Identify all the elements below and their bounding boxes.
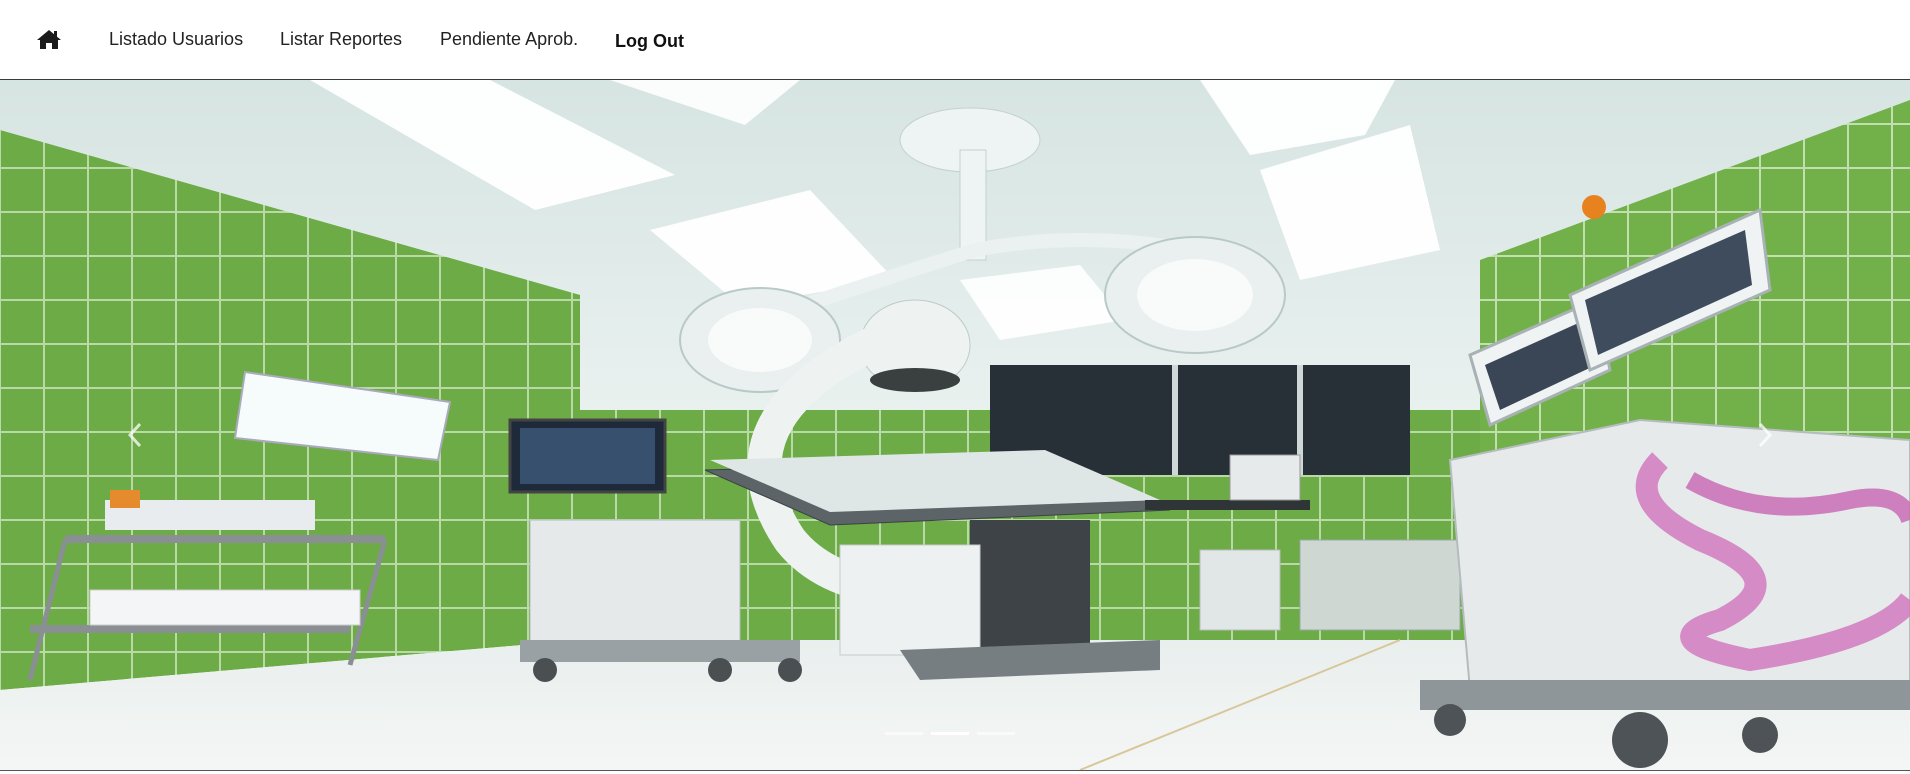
carousel-indicator-1[interactable]: [885, 732, 923, 735]
carousel-next-button[interactable]: [1735, 400, 1795, 470]
home-icon[interactable]: [36, 28, 62, 50]
chevron-right-icon: [1758, 422, 1773, 448]
navbar: Listado Usuarios Listar Reportes Pendien…: [0, 0, 1910, 80]
hero-carousel: [0, 80, 1910, 771]
nav-link-pendiente-aprob[interactable]: Pendiente Aprob.: [440, 28, 578, 50]
carousel-indicators: [885, 732, 1015, 735]
nav-link-listado-usuarios[interactable]: Listado Usuarios: [109, 28, 243, 50]
carousel-indicator-3[interactable]: [977, 732, 1015, 735]
nav-link-listar-reportes[interactable]: Listar Reportes: [280, 28, 402, 50]
logout-link[interactable]: Log Out: [615, 30, 684, 52]
operating-room-photo: [0, 80, 1910, 770]
chevron-left-icon: [127, 422, 142, 448]
carousel-prev-button[interactable]: [105, 400, 165, 470]
carousel-indicator-2[interactable]: [931, 732, 969, 735]
